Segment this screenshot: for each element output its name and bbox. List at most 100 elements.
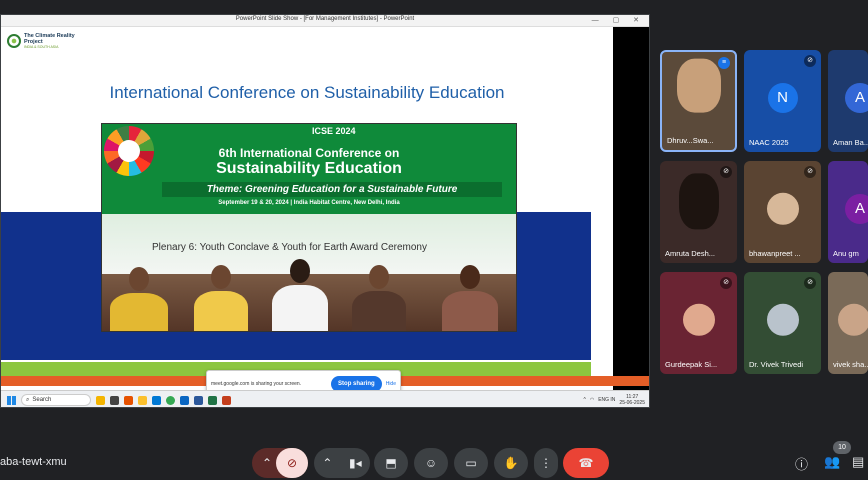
word-icon[interactable] [194, 395, 203, 405]
panelist [272, 259, 328, 331]
participant-tile[interactable]: N ⊘ NAAC 2025 [744, 50, 821, 152]
shared-screen: PowerPoint Slide Show - [For Management … [0, 14, 650, 408]
panelist [442, 265, 498, 331]
participant-tile[interactable]: ⊘ Amruta Desh... [660, 161, 737, 263]
more-options-button[interactable]: ⋮ [534, 448, 558, 478]
present-button[interactable]: ⬒ [374, 448, 408, 478]
speaking-icon: ≡ [718, 57, 730, 69]
photo-line1: 6th International Conference on [218, 146, 400, 160]
participant-tile[interactable]: A Anu gm [828, 161, 868, 263]
avatar: N [767, 83, 798, 113]
system-tray: ^ ◠ ENG IN 11:27 25-06-2025 [583, 394, 645, 406]
taskbar-lang[interactable]: ENG IN [598, 397, 615, 403]
more-vert-icon: ⋮ [540, 456, 552, 470]
chat-icon[interactable]: ▤ [852, 454, 864, 470]
people-count-badge: 10 [833, 441, 851, 454]
mic-off-icon: ⊘ [804, 55, 816, 67]
avatar: A [845, 83, 868, 113]
excel-icon[interactable] [208, 395, 217, 405]
screen-margin [613, 27, 649, 393]
chevron-up-icon[interactable]: ^ [583, 397, 585, 403]
chevron-up-icon: ⌃ [262, 456, 273, 470]
task-view-icon[interactable] [110, 395, 119, 405]
mic-off-icon: ⊘ [720, 277, 732, 289]
participant-video [838, 303, 868, 336]
participant-name: Gurdeepak Si... [665, 360, 718, 369]
mic-toggle-button[interactable]: ⊘ [276, 448, 308, 478]
participant-tile[interactable]: ⊘ bhawanpreet ... [744, 161, 821, 263]
reactions-button[interactable]: ☺ [414, 448, 448, 478]
participant-video [678, 173, 719, 230]
chevron-up-icon: ⌃ [322, 456, 333, 470]
window-controls[interactable]: — ▢ ✕ [592, 16, 645, 24]
participant-tile[interactable]: ≡ Dhruv...Swa... [660, 50, 737, 152]
panelist [110, 267, 168, 331]
photo-date: September 19 & 20, 2024 | India Habitat … [218, 200, 400, 206]
meet-screen: PowerPoint Slide Show - [For Management … [0, 0, 868, 480]
taskbar-search-label: Search [32, 397, 52, 403]
taskbar-date: 25-06-2025 [619, 400, 645, 406]
photo-theme: Theme: Greening Education for a Sustaina… [162, 182, 502, 197]
logo-subtext: INDIA & SOUTH ASIA [24, 45, 59, 49]
participant-name: Anu gm [833, 249, 859, 258]
avatar [766, 303, 799, 336]
participant-tile[interactable]: ⊘ Dr. Vivek Trivedi [744, 272, 821, 374]
app-icon[interactable] [124, 395, 133, 405]
file-explorer-icon[interactable] [138, 395, 147, 405]
camera-button[interactable]: ⌃ ▮◂ [314, 448, 370, 478]
participant-name: bhawanpreet ... [749, 249, 801, 258]
window-title: PowerPoint Slide Show - [For Management … [235, 16, 415, 22]
mic-off-icon: ⊘ [804, 166, 816, 178]
hand-icon: ✋ [503, 456, 519, 470]
present-screen-icon: ⬒ [385, 456, 397, 470]
captions-button[interactable]: ▭ [454, 448, 488, 478]
windows-taskbar: ⌕ Search ^ ◠ ENG IN 11:27 25-06-2025 [1, 390, 649, 407]
globe-icon [7, 34, 21, 48]
edge-icon[interactable] [152, 395, 161, 405]
panelist [352, 265, 406, 331]
participant-video [676, 58, 721, 113]
end-call-button[interactable]: ☎ [563, 448, 609, 478]
hide-button[interactable]: Hide [386, 381, 396, 387]
mic-off-icon: ⊘ [720, 166, 732, 178]
photo-icse: ICSE 2024 [312, 126, 356, 136]
sharing-info: meet.google.com is sharing your screen. [211, 380, 302, 387]
slide-title: International Conference on Sustainabili… [109, 83, 505, 102]
mic-off-icon: ⊘ [804, 277, 816, 289]
participant-name: NAAC 2025 [749, 138, 789, 147]
photo-banner: Plenary 6: Youth Conclave & Youth for Ea… [152, 242, 427, 253]
windows-start-icon[interactable] [7, 395, 16, 405]
window-titlebar: PowerPoint Slide Show - [For Management … [1, 15, 649, 27]
climate-reality-logo: The Climate Reality Project INDIA & SOUT… [7, 33, 94, 49]
participant-name: Dhruv...Swa... [667, 136, 714, 145]
avatar: A [845, 194, 868, 224]
logo-text: The Climate Reality Project [24, 33, 75, 45]
captions-icon: ▭ [465, 456, 477, 470]
participant-name: Aman Ba... [833, 138, 868, 147]
presentation-slide: The Climate Reality Project INDIA & SOUT… [1, 27, 613, 393]
emoji-icon: ☺ [424, 456, 438, 470]
chrome-icon[interactable] [166, 395, 175, 405]
camera-icon: ▮◂ [349, 456, 362, 470]
avatar [682, 303, 715, 336]
mic-off-icon: ⊘ [286, 456, 298, 470]
wifi-icon[interactable]: ◠ [590, 397, 594, 403]
participant-tile[interactable]: A Aman Ba... [828, 50, 868, 152]
participant-name: Dr. Vivek Trivedi [749, 360, 804, 369]
participant-tile[interactable]: ⊘ Gurdeepak Si... [660, 272, 737, 374]
people-icon[interactable]: 👥 [824, 454, 840, 470]
raise-hand-button[interactable]: ✋ [494, 448, 528, 478]
info-icon[interactable]: ⓘ [795, 454, 808, 473]
powerpoint-icon[interactable] [222, 395, 231, 405]
taskbar-clock[interactable]: 11:27 25-06-2025 [619, 394, 645, 406]
panelist [194, 265, 248, 331]
participant-tile[interactable]: vivek sha... [828, 272, 868, 374]
search-icon: ⌕ [26, 396, 30, 403]
store-icon[interactable] [180, 395, 189, 405]
meeting-code: aba-tewt-xmu [0, 456, 67, 468]
widgets-icon[interactable] [96, 395, 105, 405]
taskbar-search[interactable]: ⌕ Search [21, 394, 91, 406]
participant-name: vivek sha... [833, 360, 868, 369]
conference-photo: ICSE 2024 6th International Conference o… [101, 123, 517, 332]
phone-hangup-icon: ☎ [578, 456, 594, 470]
